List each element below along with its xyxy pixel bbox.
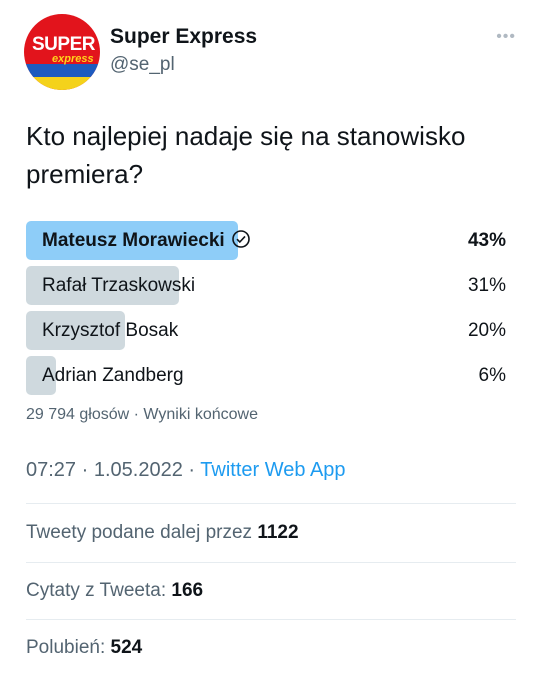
likes-label: Polubień: [26, 637, 106, 658]
avatar[interactable]: SUPER express [24, 14, 100, 90]
account-name[interactable]: Super Express [110, 25, 257, 49]
poll-option-percent: 20% [467, 320, 506, 341]
separator: · [133, 406, 139, 423]
poll-option-label: Krzysztof Bosak [42, 320, 179, 341]
retweets-stat[interactable]: Tweety podane dalej przez 1122 [26, 522, 299, 544]
poll-option[interactable]: Krzysztof Bosak 20% [26, 311, 516, 350]
divider [26, 619, 516, 620]
poll-option[interactable]: Rafał Trzaskowski 31% [26, 266, 516, 305]
likes-stat[interactable]: Polubień: 524 [26, 637, 142, 659]
poll-option[interactable]: Adrian Zandberg 6% [26, 356, 516, 395]
poll-option-label: Mateusz Morawiecki [42, 230, 225, 251]
poll-status: Wyniki końcowe [143, 406, 258, 423]
quotes-count: 166 [171, 580, 204, 601]
poll-option-label: Rafał Trzaskowski [42, 275, 196, 296]
quotes-label: Cytaty z Tweeta: [26, 580, 167, 601]
tweet-timestamp: 07:27 · 1.05.2022 · Twitter Web App [26, 459, 346, 482]
more-dots-icon[interactable]: ••• [496, 28, 516, 46]
poll-votes: 29 794 głosów [26, 406, 130, 423]
tweet-source-link[interactable]: Twitter Web App [200, 459, 345, 481]
tweet-text: Kto najlepiej nadaje się na stanowisko p… [26, 121, 466, 189]
likes-count: 524 [110, 637, 143, 658]
retweets-count: 1122 [257, 522, 299, 543]
separator: · [188, 459, 196, 481]
poll-option-label: Adrian Zandberg [42, 365, 184, 386]
divider [26, 562, 516, 563]
retweets-label: Tweety podane dalej przez [26, 522, 253, 543]
poll-option-percent: 43% [467, 230, 506, 251]
avatar-logo-express: express [52, 53, 94, 65]
poll-meta: 29 794 głosów · Wyniki końcowe [26, 406, 258, 424]
check-circle-icon [231, 230, 250, 249]
poll-option[interactable]: Mateusz Morawiecki 43% [26, 221, 516, 260]
tweet-date[interactable]: 1.05.2022 [94, 459, 183, 481]
account-handle[interactable]: @se_pl [110, 54, 175, 76]
poll: Mateusz Morawiecki 43% Rafał Trzaskowski… [26, 221, 516, 401]
divider [26, 503, 516, 504]
quotes-stat[interactable]: Cytaty z Tweeta: 166 [26, 580, 203, 602]
avatar-flag [24, 64, 100, 90]
tweet-time[interactable]: 07:27 [26, 459, 76, 481]
separator: · [81, 459, 89, 481]
poll-option-percent: 31% [467, 275, 506, 296]
poll-option-percent: 6% [478, 365, 506, 386]
